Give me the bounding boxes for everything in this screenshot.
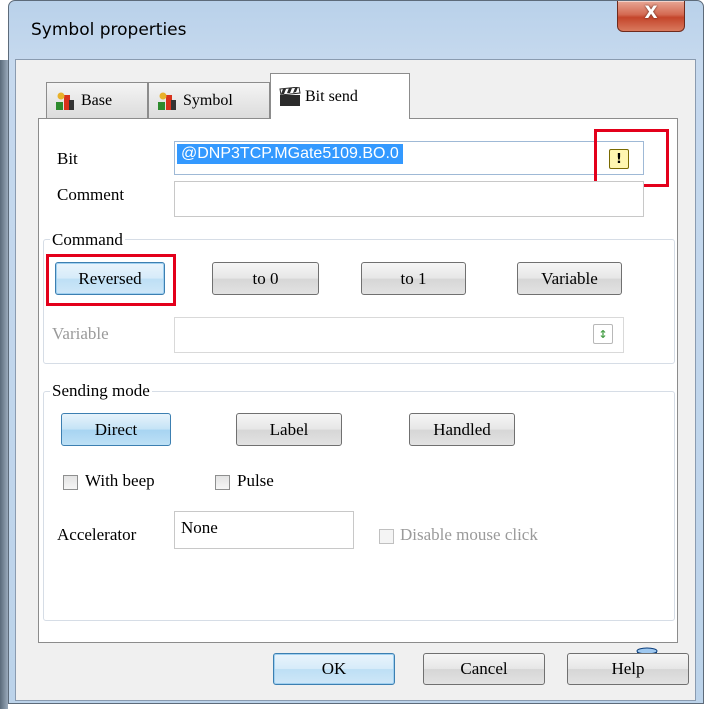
with-beep-label: With beep xyxy=(85,471,155,490)
help-button-label: Help xyxy=(611,659,645,678)
label-button[interactable]: Label xyxy=(236,413,342,446)
variable-label: Variable xyxy=(52,324,109,343)
to-1-button-label: to 1 xyxy=(400,268,427,288)
to-0-button[interactable]: to 0 xyxy=(212,262,319,295)
bit-browse-highlight xyxy=(594,129,669,187)
variable-button[interactable]: Variable xyxy=(517,262,622,295)
base-figure-icon xyxy=(55,91,75,111)
symbol-properties-dialog: Symbol properties X Base Symbol Bit send… xyxy=(8,0,704,704)
cancel-button[interactable]: Cancel xyxy=(423,653,545,685)
comment-label: Comment xyxy=(57,185,125,204)
reversed-highlight xyxy=(46,254,176,306)
variable-button-label: Variable xyxy=(541,268,598,288)
variable-field: ↕ xyxy=(174,317,624,353)
pulse-checkbox[interactable] xyxy=(215,475,230,490)
window-title: Symbol properties xyxy=(31,20,187,40)
title-bar[interactable]: Symbol properties X xyxy=(9,1,703,59)
disable-mouse-click-label: Disable mouse click xyxy=(400,525,538,544)
ok-button-label: OK xyxy=(321,659,347,678)
with-beep-checkbox[interactable] xyxy=(63,475,78,490)
sending-mode-group-title: Sending mode xyxy=(50,381,152,401)
cancel-button-label: Cancel xyxy=(460,659,508,678)
symbol-figure-icon xyxy=(157,91,177,111)
disable-mouse-click-checkbox xyxy=(379,529,394,544)
handled-button[interactable]: Handled xyxy=(409,413,515,446)
to-0-button-label: to 0 xyxy=(252,268,279,288)
help-button[interactable]: Help xyxy=(567,653,689,685)
to-1-button[interactable]: to 1 xyxy=(361,262,466,295)
tab-symbol-label: Symbol xyxy=(183,91,233,109)
background-window-edge xyxy=(0,60,8,709)
accelerator-value: None xyxy=(181,518,218,537)
tab-symbol[interactable]: Symbol xyxy=(148,82,270,118)
accelerator-field[interactable]: None xyxy=(174,511,354,549)
pulse-label: Pulse xyxy=(237,471,274,490)
handled-button-label: Handled xyxy=(433,419,491,439)
command-group-title: Command xyxy=(50,230,125,250)
bit-send-panel: Bit @DNP3TCP.MGate5109.BO.0 ! Comment Co… xyxy=(38,118,678,678)
ok-button[interactable]: OK xyxy=(273,653,395,685)
label-button-label: Label xyxy=(269,419,309,439)
close-button[interactable]: X xyxy=(617,1,685,32)
comment-field[interactable] xyxy=(174,181,644,217)
accelerator-label: Accelerator xyxy=(57,525,137,544)
close-icon: X xyxy=(644,3,658,23)
variable-browse-icon: ↕ xyxy=(593,324,613,344)
bit-field[interactable]: @DNP3TCP.MGate5109.BO.0 ! xyxy=(174,141,644,175)
bit-label: Bit xyxy=(57,149,78,168)
direct-button[interactable]: Direct xyxy=(61,413,171,446)
tab-base-label: Base xyxy=(81,91,113,109)
clapperboard-icon xyxy=(279,85,301,107)
direct-button-label: Direct xyxy=(94,419,138,439)
tab-bit-send-label: Bit send xyxy=(305,87,358,105)
tab-bit-send[interactable]: Bit send xyxy=(270,73,410,119)
dialog-client-area: Base Symbol Bit send Bit @DNP3TCP.MGate5… xyxy=(15,59,696,701)
tab-base[interactable]: Base xyxy=(46,82,148,118)
bit-value: @DNP3TCP.MGate5109.BO.0 xyxy=(177,144,403,164)
